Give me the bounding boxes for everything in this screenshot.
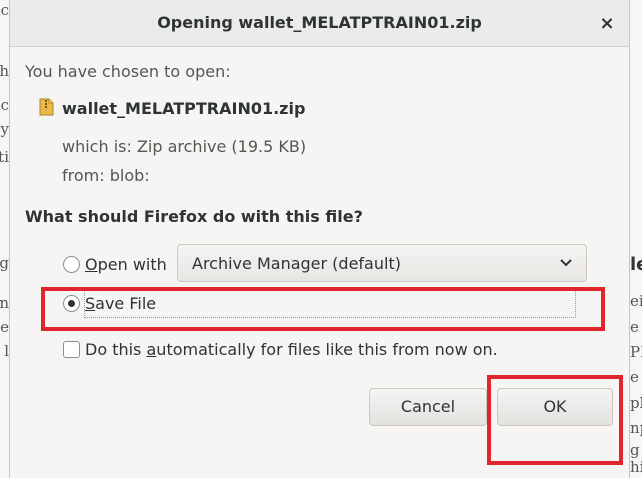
dialog-title: Opening wallet_MELATPTRAIN01.zip [157, 13, 482, 32]
background-page-right: le ei e PI e pli np g hi [630, 0, 642, 478]
bg-text: ti [0, 148, 9, 166]
close-icon: × [599, 13, 615, 34]
save-file-highlight [41, 287, 605, 331]
open-with-label[interactable]: Open with [85, 255, 167, 274]
action-question: What should Firefox do with this file? [25, 207, 363, 226]
chevron-down-icon [560, 259, 572, 267]
archive-file-icon [39, 98, 54, 116]
bg-text: y [0, 120, 9, 138]
bg-heading: le [630, 254, 642, 275]
bg-text: e [0, 318, 9, 336]
bg-text: hi [630, 458, 642, 476]
bg-text: e [630, 368, 639, 386]
chosen-label: You have chosen to open: [25, 62, 231, 81]
bg-text: g [630, 441, 640, 459]
application-select[interactable]: Archive Manager (default) [177, 244, 587, 282]
auto-action-label[interactable]: Do this automatically for files like thi… [85, 340, 498, 359]
bg-text: PI [630, 343, 642, 361]
file-name: wallet_MELATPTRAIN01.zip [62, 99, 306, 118]
background-page-left: ic th ic y ti g n e l [0, 0, 9, 478]
bg-text: n [0, 294, 9, 312]
cancel-button[interactable]: Cancel [369, 388, 487, 426]
ok-button-highlight [487, 375, 623, 465]
bg-text: g [0, 254, 9, 272]
bg-text: ic [0, 96, 9, 114]
open-file-dialog: Opening wallet_MELATPTRAIN01.zip × You h… [9, 0, 630, 478]
file-source: from: blob: [62, 166, 150, 185]
bg-text: np [630, 419, 642, 437]
file-type: which is: Zip archive (19.5 KB) [62, 137, 307, 156]
auto-action-checkbox[interactable] [63, 341, 80, 358]
bg-text: th [0, 62, 9, 80]
close-button[interactable]: × [596, 13, 618, 35]
bg-text: ei [630, 292, 642, 310]
application-select-value: Archive Manager (default) [192, 254, 401, 273]
bg-text: pli [630, 394, 642, 412]
open-with-radio[interactable] [63, 256, 80, 273]
dialog-titlebar[interactable]: Opening wallet_MELATPTRAIN01.zip × [10, 0, 629, 47]
bg-text: e [630, 318, 639, 336]
bg-text: ic [0, 1, 9, 19]
